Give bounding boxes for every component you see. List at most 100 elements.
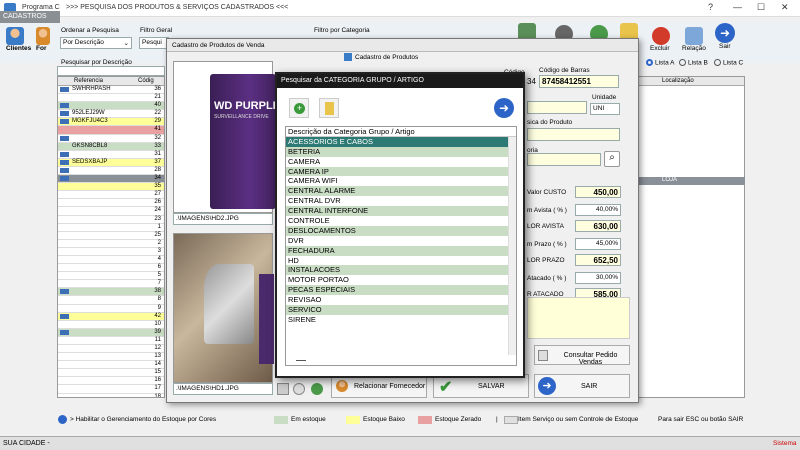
search-icon[interactable]: ⌕ [604,151,620,167]
table-row[interactable]: 12 [58,345,164,354]
menu-cadastros[interactable]: CADASTROS [0,11,60,23]
description-input[interactable] [527,101,587,114]
table-row[interactable]: 23 [58,215,164,224]
category-list-item[interactable]: BETERIA [286,146,516,157]
lista-c-radio[interactable]: Lista C [714,59,743,66]
zoom-icon[interactable] [293,383,305,395]
category-list-item[interactable]: CENTRAL ALARME [286,186,516,197]
table-row[interactable]: 5 [58,272,164,281]
margem-vista-input[interactable]: 40,00% [575,204,621,216]
category-list-item[interactable]: CENTRAL INTERFONE [286,206,516,217]
table-row[interactable]: 32 [58,134,164,143]
table-row[interactable]: 42 [58,312,164,321]
remove-image-button[interactable] [277,383,289,395]
image2-path[interactable]: .\IMAGENS\HD1.JPG [173,383,273,395]
category-list-item[interactable]: CAMERA WIFI [286,176,516,186]
excluir-button[interactable]: Excluir [650,27,670,52]
table-row[interactable]: SWHRHPASH 36 [58,86,164,95]
list-hscroll[interactable] [296,360,306,361]
sair-button[interactable]: ➜ Sair [715,23,735,50]
clientes-button[interactable]: Clientes [6,27,31,52]
table-row[interactable]: SEDSXBAJP 37 [58,158,164,167]
table-row[interactable]: 3 [58,247,164,256]
table-row[interactable]: 25 [58,231,164,240]
list-scrollbar[interactable] [508,137,516,355]
table-row[interactable]: 39 [58,328,164,337]
valor-prazo-input[interactable]: 652,50 [575,254,621,266]
category-list-item[interactable]: CONTROLE [286,216,516,226]
table-row[interactable]: 26 [58,199,164,208]
margem-atacado-input[interactable]: 30,00% [575,272,621,284]
table-row[interactable]: 18 [58,393,164,397]
table-row[interactable]: 28 [58,166,164,176]
valor-custo-input[interactable]: 450,00 [575,186,621,198]
category-list-item[interactable]: DVR [286,236,516,246]
notes-area[interactable] [527,297,630,339]
add-image-icon[interactable] [311,383,323,395]
table-row[interactable]: 13 [58,353,164,362]
filter-select[interactable]: Pesqui [139,37,169,49]
table-row[interactable]: 15 [58,369,164,378]
categoria-input[interactable] [527,153,601,166]
consultar-pedido-button[interactable]: Consultar Pedido Vendas [534,345,630,366]
exit-arrow-icon[interactable]: ➜ [494,98,514,118]
fornecedores-button[interactable]: For [36,27,50,52]
table-row[interactable]: 11 [58,336,164,345]
category-list-item[interactable]: SIRENE [286,315,516,325]
minimize-button[interactable]: — [733,2,742,12]
sair-dialog-button[interactable]: ➜ SAIR [534,374,630,398]
category-list-item[interactable]: CAMERA [286,157,516,167]
category-list-item[interactable]: INSTALACOES [286,265,516,276]
category-list-item[interactable]: ACESSORIOS E CABOS [286,136,516,147]
products-grid[interactable]: Referencia Códig SWHRHPASH 36 21 40 952LEJ29… [57,76,165,398]
category-list[interactable]: Descrição da Categoria Grupo / Artigo AC… [285,126,517,366]
table-row[interactable]: 21 [58,94,164,103]
table-row[interactable]: 40 [58,102,164,111]
category-list-item[interactable]: HD [286,256,516,266]
table-row[interactable]: 10 [58,320,164,329]
table-row[interactable]: 24 [58,207,164,216]
order-select[interactable]: Por Descrição ⌄ [60,37,132,49]
table-row[interactable]: GKSN8CBL8 33 [58,142,164,151]
table-row[interactable]: 14 [58,361,164,370]
unidade-select[interactable]: UNI [590,103,620,115]
help-button[interactable]: ? [708,2,713,12]
search-input[interactable] [57,66,165,76]
table-row[interactable]: 2 [58,239,164,248]
table-row[interactable]: 17 [58,385,164,394]
category-list-item[interactable]: SERVICO [286,305,516,315]
valor-vista-input[interactable]: 630,00 [575,220,621,232]
table-row[interactable]: 38 [58,288,164,297]
table-row[interactable]: 16 [58,377,164,386]
category-list-item[interactable]: FECHADURA [286,245,516,256]
habilitar-label[interactable]: > Habilitar o Gerenciamento do Estoque p… [70,416,216,423]
table-row[interactable]: 27 [58,191,164,200]
habilitar-toggle-icon[interactable] [58,415,67,424]
close-button[interactable]: ✕ [781,2,789,13]
table-row[interactable]: MGKFJU4C3 29 [58,118,164,127]
margem-prazo-input[interactable]: 45,00% [575,238,621,250]
edit-category-button[interactable] [319,98,339,118]
basic-desc-input[interactable] [527,128,620,141]
table-row[interactable]: 31 [58,150,164,159]
table-row[interactable]: 41 [58,126,164,135]
lista-b-radio[interactable]: Lista B [679,59,708,66]
table-row[interactable]: 8 [58,296,164,305]
category-list-item[interactable]: MOTOR PORTAO [286,275,516,285]
category-list-item[interactable]: CENTRAL DVR [286,196,516,206]
table-row[interactable]: 9 [58,304,164,313]
table-row[interactable]: 35 [58,183,164,192]
relacao-button[interactable]: Relação [682,27,706,52]
add-category-button[interactable]: + [289,98,309,118]
image1-path[interactable]: .\IMAGENS\HD2.JPG [173,213,273,225]
lista-a-radio[interactable]: Lista A [646,59,674,66]
barcode-input[interactable]: 87458412551 [539,75,619,88]
maximize-button[interactable]: ☐ [757,2,765,13]
location-grid[interactable]: Localização LOJA [625,76,745,398]
table-row[interactable]: 952LEJ29W 22 [58,110,164,119]
table-row[interactable]: 7 [58,280,164,289]
table-row[interactable]: 6 [58,264,164,273]
category-list-item[interactable]: REVISAO [286,295,516,305]
table-row[interactable]: 34 [58,175,164,184]
category-list-item[interactable]: DESLOCAMENTOS [286,225,516,236]
